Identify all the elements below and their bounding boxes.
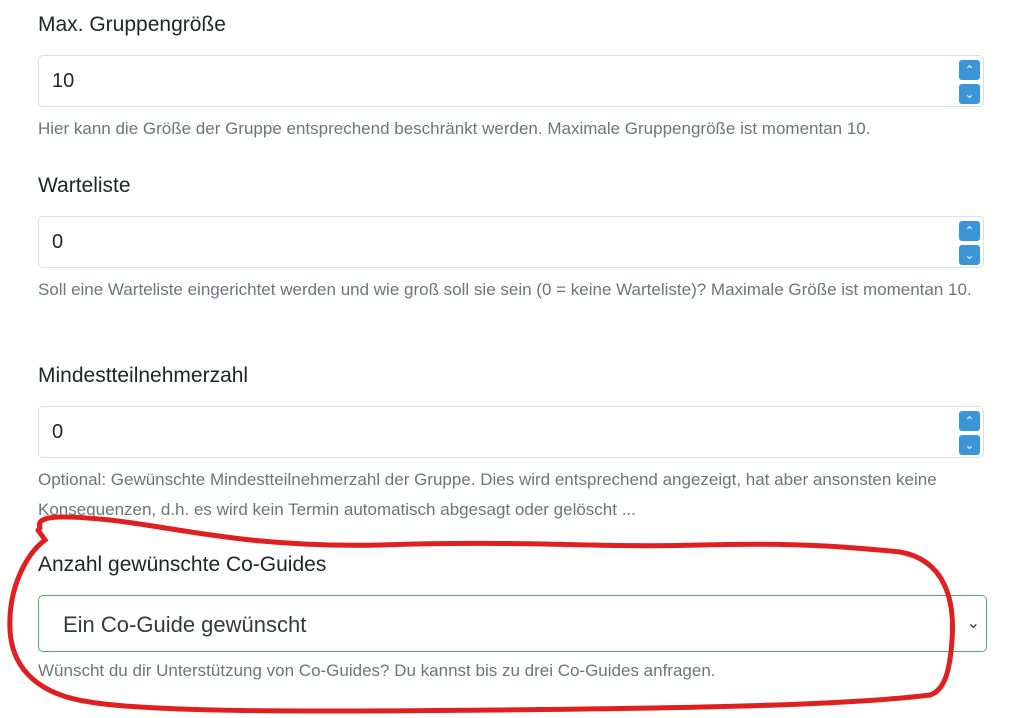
min-participants-input[interactable]: 0 ⌃ ⌄ xyxy=(38,406,984,458)
coguides-select[interactable]: Ein Co-Guide gewünscht ⌄ xyxy=(38,595,987,652)
coguides-label: Anzahl gewünschte Co-Guides xyxy=(38,553,327,576)
decrement-chevron-down-icon[interactable]: ⌄ xyxy=(959,435,980,455)
max-group-size-input[interactable]: 10 ⌃ ⌄ xyxy=(38,55,984,107)
decrement-chevron-down-icon[interactable]: ⌄ xyxy=(959,245,980,265)
increment-chevron-up-icon[interactable]: ⌃ xyxy=(959,60,980,80)
waitlist-value: 0 xyxy=(52,231,64,253)
min-participants-value: 0 xyxy=(52,421,64,443)
max-group-size-help: Hier kann die Größe der Gruppe entsprech… xyxy=(38,119,871,138)
chevron-down-icon: ⌄ xyxy=(966,615,980,632)
coguides-selected-value: Ein Co-Guide gewünscht xyxy=(63,612,307,637)
min-participants-help: Optional: Gewünschte Mindestteilnehmerza… xyxy=(38,470,937,519)
max-group-size-value: 10 xyxy=(52,70,75,92)
increment-chevron-up-icon[interactable]: ⌃ xyxy=(959,221,980,241)
decrement-chevron-down-icon[interactable]: ⌄ xyxy=(959,84,980,104)
waitlist-help: Soll eine Warteliste eingerichtet werden… xyxy=(38,280,972,299)
coguides-help: Wünscht du dir Unterstützung von Co-Guid… xyxy=(38,661,716,680)
waitlist-label: Warteliste xyxy=(38,174,131,197)
min-participants-label: Mindestteilnehmerzahl xyxy=(38,364,249,387)
max-group-size-label: Max. Gruppengröße xyxy=(38,13,226,36)
increment-chevron-up-icon[interactable]: ⌃ xyxy=(959,411,980,431)
waitlist-input[interactable]: 0 ⌃ ⌄ xyxy=(38,216,984,268)
